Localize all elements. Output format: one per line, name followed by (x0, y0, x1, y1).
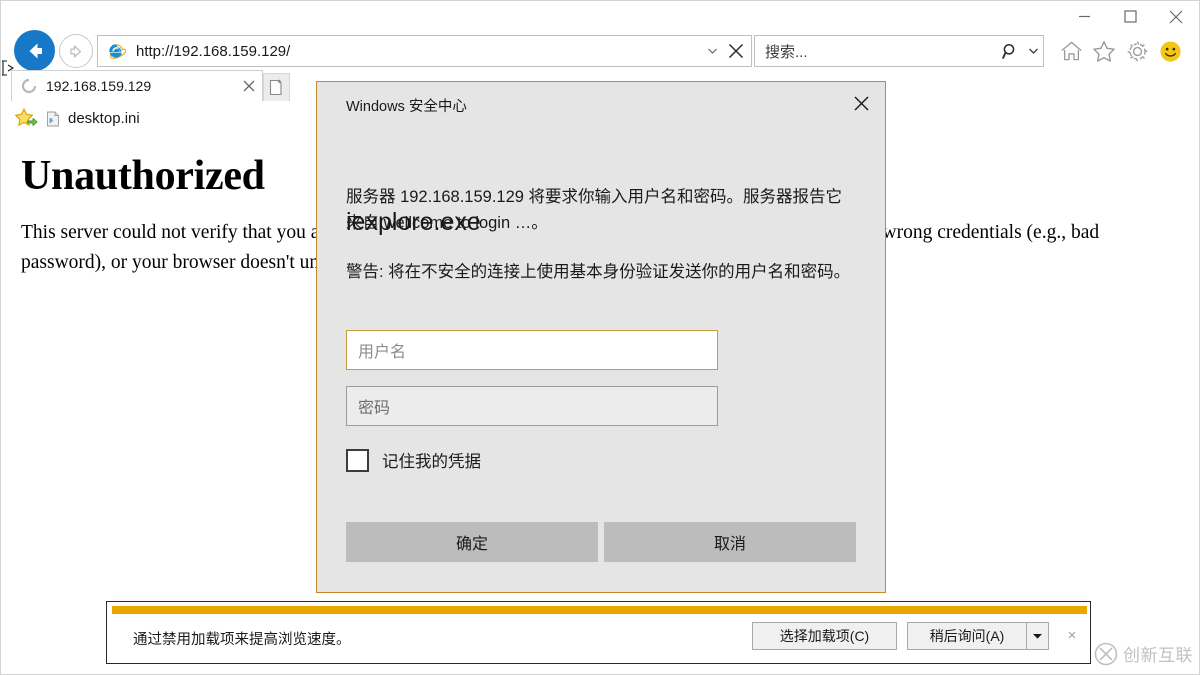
magnifier-icon (1001, 43, 1014, 59)
notification-dropdown-button[interactable] (1027, 622, 1049, 650)
loading-spinner-icon (21, 78, 37, 94)
window-title-bar (1, 1, 1199, 32)
notification-accent-strip (112, 606, 1087, 614)
text-cursor-icon (2, 60, 15, 76)
star-icon (1093, 40, 1115, 62)
maximize-icon (1123, 10, 1137, 23)
address-bar[interactable]: http://192.168.159.129/ (97, 35, 752, 67)
gear-icon (1126, 40, 1148, 62)
password-input[interactable]: 密码 (346, 386, 718, 426)
smiley-icon (1159, 40, 1181, 62)
dialog-close-button[interactable] (843, 88, 879, 118)
watermark-text: 创新互联 (1123, 646, 1193, 665)
home-icon[interactable] (1056, 36, 1086, 66)
url-dropdown-icon[interactable] (703, 48, 721, 54)
page-title: Unauthorized (21, 153, 265, 199)
search-input[interactable]: 搜索... (765, 41, 997, 62)
tab-title: 192.168.159.129 (46, 78, 152, 94)
password-placeholder: 密码 (358, 400, 391, 417)
window-maximize-button[interactable] (1107, 1, 1153, 32)
chevron-down-icon (1028, 48, 1038, 54)
minimize-icon (1078, 15, 1090, 18)
browser-window: http://192.168.159.129/ 搜索... 192.168.15… (0, 0, 1200, 675)
username-placeholder: 用户名 (358, 344, 407, 361)
windows-security-dialog: Windows 安全中心 iexplore.exe 服务器 192.168.15… (316, 81, 886, 593)
favorites-icon[interactable] (1089, 36, 1119, 66)
close-icon (1169, 10, 1183, 23)
watermark-logo-icon (1094, 642, 1118, 665)
back-button[interactable] (14, 30, 55, 71)
remember-credentials-checkbox[interactable] (346, 448, 369, 472)
url-text: http://192.168.159.129/ (136, 42, 291, 60)
tab-192-168-159-129[interactable]: 192.168.159.129 (11, 70, 263, 101)
arrow-right-icon (69, 44, 81, 58)
favorite-item-label: desktop.ini (68, 110, 140, 127)
close-icon (243, 80, 255, 92)
choose-addons-button[interactable]: 选择加载项(C) (752, 622, 897, 650)
navigation-toolbar: http://192.168.159.129/ 搜索... (1, 30, 1199, 71)
chevron-down-icon (1033, 633, 1042, 639)
remember-credentials-row[interactable]: 记住我的凭据 (346, 448, 481, 472)
favorite-item-desktop-ini[interactable]: desktop.ini (45, 110, 140, 127)
add-to-favorites-icon[interactable] (14, 107, 38, 131)
search-box[interactable]: 搜索... (754, 35, 1044, 67)
internet-explorer-icon (109, 44, 126, 59)
remember-credentials-label: 记住我的凭据 (382, 453, 481, 471)
settings-icon[interactable] (1122, 36, 1152, 66)
window-minimize-button[interactable] (1061, 1, 1107, 32)
ok-button[interactable]: 确定 (346, 522, 598, 562)
close-icon (728, 43, 744, 59)
arrow-left-icon (29, 43, 42, 58)
close-icon (854, 96, 868, 110)
addon-notification-bar: 通过禁用加载项来提高浏览速度。 选择加载项(C) 稍后询问(A) × (106, 601, 1091, 664)
notification-close-button[interactable]: × (1062, 624, 1082, 646)
notification-message: 通过禁用加载项来提高浏览速度。 (133, 632, 351, 648)
forward-button (59, 34, 93, 68)
cancel-button[interactable]: 取消 (604, 522, 856, 562)
tab-close-icon[interactable] (236, 80, 262, 92)
window-close-button[interactable] (1153, 1, 1199, 32)
dialog-warning-message: 警告: 将在不安全的连接上使用基本身份验证发送你的用户名和密码。 (346, 263, 851, 281)
dialog-message: 服务器 192.168.159.129 将要求你输入用户名和密码。服务器报告它来… (346, 188, 843, 232)
house-icon (1061, 41, 1081, 61)
feedback-icon[interactable] (1155, 36, 1185, 66)
dialog-title: Windows 安全中心 (346, 99, 467, 115)
new-tab-icon (269, 79, 282, 96)
stop-loading-button[interactable] (721, 43, 751, 59)
search-icon[interactable] (997, 43, 1023, 60)
cursor-artifact (1, 59, 15, 80)
chevron-down-icon (707, 48, 717, 54)
search-dropdown-icon[interactable] (1023, 48, 1043, 54)
username-input[interactable]: 用户名 (346, 330, 718, 370)
new-tab-button[interactable] (263, 73, 290, 101)
ini-file-icon (47, 111, 59, 126)
ask-later-button[interactable]: 稍后询问(A) (907, 622, 1027, 650)
watermark: 创新互联 (1094, 641, 1193, 666)
dialog-title-bar: Windows 安全中心 (317, 82, 885, 122)
